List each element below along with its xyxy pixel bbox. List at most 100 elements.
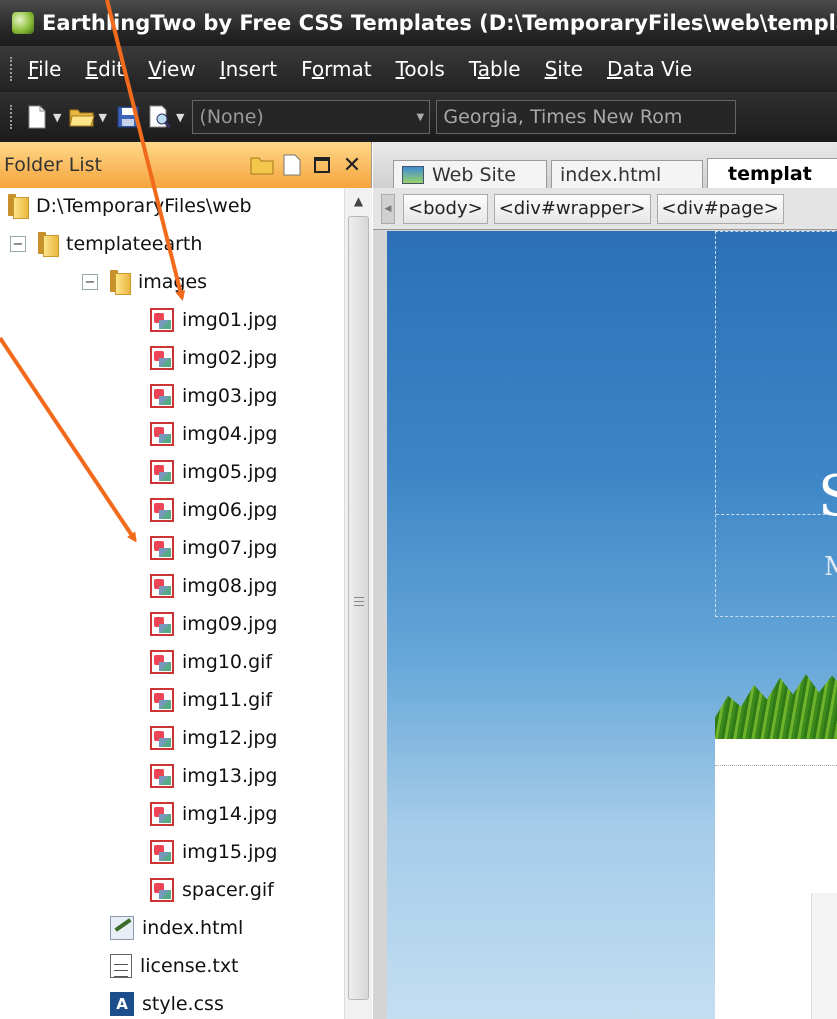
- image-file-icon: [150, 840, 174, 864]
- tree-file[interactable]: img09.jpg: [150, 606, 277, 642]
- tree-folder-label: images: [138, 271, 208, 293]
- folder-list-scrollbar[interactable]: ▲: [344, 188, 372, 1019]
- tree-file[interactable]: img14.jpg: [150, 796, 277, 832]
- folder-list-title: Folder List: [4, 154, 102, 176]
- menu-insert[interactable]: Insert: [220, 57, 277, 81]
- image-file-icon: [150, 726, 174, 750]
- close-icon[interactable]: ✕: [337, 150, 367, 180]
- tree-file-label: img13.jpg: [182, 765, 278, 787]
- editor-pane: Web Site index.html templat ◀ <body> <di…: [373, 142, 837, 1019]
- title-bar: EarthlingTwo by Free CSS Templates (D:\T…: [0, 0, 837, 46]
- tree-file-label: img05.jpg: [182, 461, 278, 483]
- menu-view[interactable]: View: [148, 57, 195, 81]
- tree-file[interactable]: Astyle.css: [110, 986, 224, 1019]
- tree-file-label: img15.jpg: [182, 841, 278, 863]
- tree-file[interactable]: img10.gif: [150, 644, 272, 680]
- menu-file[interactable]: File: [28, 57, 61, 81]
- new-page-icon[interactable]: [24, 104, 50, 130]
- tree-root[interactable]: D:\TemporaryFiles\web: [6, 188, 252, 224]
- image-file-icon: [150, 422, 174, 446]
- image-file-icon: [150, 308, 174, 332]
- tree-file[interactable]: img08.jpg: [150, 568, 277, 604]
- tree-file-label: img01.jpg: [182, 309, 278, 331]
- font-combo[interactable]: Georgia, Times New Rom: [436, 100, 737, 134]
- document-tabs: Web Site index.html templat: [373, 142, 837, 188]
- tree-file[interactable]: img07.jpg: [150, 530, 277, 566]
- tree-file[interactable]: license.txt: [110, 948, 239, 984]
- page-div[interactable]: S M: [715, 231, 837, 1019]
- chevron-down-icon[interactable]: ▼: [411, 112, 429, 123]
- content-area[interactable]: [715, 739, 837, 1019]
- image-file-icon: [150, 764, 174, 788]
- image-file-icon: [150, 574, 174, 598]
- breadcrumb-wrapper[interactable]: <div#wrapper>: [493, 193, 651, 224]
- scroll-up-arrow-icon[interactable]: ▲: [345, 188, 372, 214]
- style-combo-value: (None): [199, 106, 264, 128]
- menu-table[interactable]: Table: [469, 57, 521, 81]
- folder-list-header: Folder List ✕: [0, 142, 371, 188]
- logo-subtext: M: [824, 552, 837, 582]
- grass-image: [715, 674, 837, 739]
- text-file-icon: [110, 954, 132, 978]
- collapse-toggle-icon[interactable]: −: [82, 274, 98, 290]
- tree-file[interactable]: img01.jpg: [150, 302, 277, 338]
- tree-folder-images[interactable]: − images: [82, 264, 207, 300]
- new-dropdown-icon[interactable]: ▼: [53, 111, 61, 124]
- tree-file-label: style.css: [142, 993, 224, 1015]
- logo-text: S: [818, 464, 837, 529]
- new-file-icon[interactable]: [277, 150, 307, 180]
- tree-file-label: img03.jpg: [182, 385, 278, 407]
- menu-format[interactable]: Format: [301, 57, 372, 81]
- tree-file[interactable]: img05.jpg: [150, 454, 277, 490]
- tree-file[interactable]: img03.jpg: [150, 378, 277, 414]
- tree-file[interactable]: img13.jpg: [150, 758, 277, 794]
- maximize-icon[interactable]: [307, 150, 337, 180]
- menu-data-view[interactable]: Data Vie: [607, 57, 692, 81]
- scroll-left-icon[interactable]: ◀: [381, 193, 395, 224]
- menu-site[interactable]: Site: [545, 57, 583, 81]
- image-file-icon: [150, 460, 174, 484]
- image-file-icon: [150, 498, 174, 522]
- header-div[interactable]: S M: [715, 231, 837, 617]
- open-dropdown-icon[interactable]: ▼: [98, 111, 106, 124]
- image-file-icon: [150, 802, 174, 826]
- image-file-icon: [150, 688, 174, 712]
- tree-file[interactable]: img02.jpg: [150, 340, 277, 376]
- menubar-grip-handle[interactable]: [10, 57, 14, 81]
- tab-index-html[interactable]: index.html: [551, 160, 703, 188]
- preview-icon[interactable]: [147, 104, 173, 130]
- open-folder-icon[interactable]: [69, 104, 96, 130]
- tree-file[interactable]: index.html: [110, 910, 243, 946]
- preview-dropdown-icon[interactable]: ▼: [176, 111, 184, 124]
- tab-label: Web Site: [432, 163, 516, 186]
- tree-file[interactable]: spacer.gif: [150, 872, 274, 908]
- image-file-icon: [150, 536, 174, 560]
- menu-edit[interactable]: Edit: [85, 57, 124, 81]
- tree-file-label: img11.gif: [182, 689, 273, 711]
- design-canvas[interactable]: S M: [387, 231, 837, 1019]
- tab-label: templat: [728, 162, 812, 185]
- tag-selector-bar: ◀ <body> <div#wrapper> <div#page>: [373, 188, 837, 230]
- tree-file-label: img09.jpg: [182, 613, 278, 635]
- tree-file[interactable]: img11.gif: [150, 682, 272, 718]
- tree-folder-templateearth[interactable]: − templateearth: [10, 226, 202, 262]
- scrollbar-thumb[interactable]: [348, 216, 369, 1000]
- tab-label: index.html: [560, 163, 662, 186]
- tree-file[interactable]: img12.jpg: [150, 720, 277, 756]
- breadcrumb-body[interactable]: <body>: [403, 193, 488, 224]
- image-file-icon: [150, 346, 174, 370]
- menu-tools[interactable]: Tools: [396, 57, 445, 81]
- image-file-icon: [150, 384, 174, 408]
- tree-file[interactable]: img06.jpg: [150, 492, 277, 528]
- tree-file-label: img02.jpg: [182, 347, 278, 369]
- style-combo[interactable]: (None) ▼: [192, 100, 431, 134]
- tree-file[interactable]: img04.jpg: [150, 416, 277, 452]
- collapse-toggle-icon[interactable]: −: [10, 236, 26, 252]
- toolbar-grip-handle[interactable]: [10, 105, 14, 129]
- tab-web-site[interactable]: Web Site: [393, 160, 547, 188]
- tree-file[interactable]: img15.jpg: [150, 834, 277, 870]
- tab-template[interactable]: templat: [707, 158, 837, 188]
- save-icon[interactable]: [115, 104, 141, 130]
- breadcrumb-page[interactable]: <div#page>: [656, 193, 784, 224]
- new-folder-icon[interactable]: [247, 150, 277, 180]
